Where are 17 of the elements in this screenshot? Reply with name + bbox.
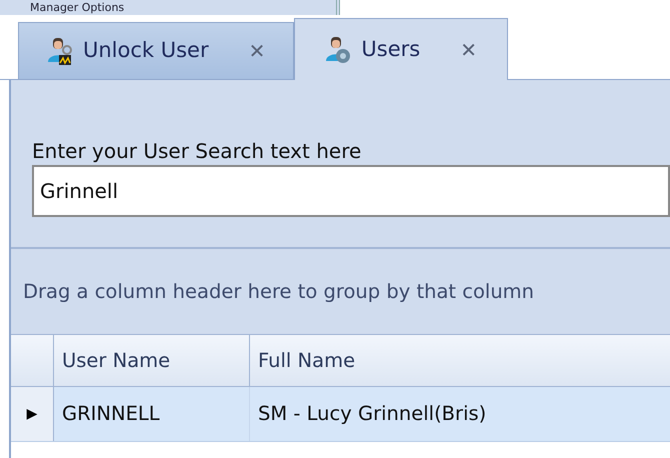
search-label: Enter your User Search text here [32,138,362,165]
close-icon[interactable]: ✕ [248,36,266,66]
user-gear-icon [325,34,352,64]
column-header[interactable]: User Name [54,335,250,386]
user-lock-icon [47,36,73,66]
tab-label: Users [361,36,420,63]
tab[interactable]: Unlock User ✕ [18,22,294,79]
column-header[interactable]: Full Name [250,335,670,386]
group-panel-hint: Drag a column header here to group by that column [23,278,534,305]
tab[interactable]: Users ✕ [294,18,508,80]
table-cell-text: SM - Lucy Grinnell(Bris) [257,401,488,428]
close-icon[interactable]: ✕ [460,34,477,64]
search-field[interactable]: Grinnell [32,165,670,217]
row-indicator: ▶ [11,387,54,441]
table-cell: GRINNELL [54,387,250,441]
menu-item[interactable]: Manager Options [0,0,340,15]
tab-label: Unlock User [83,37,209,64]
